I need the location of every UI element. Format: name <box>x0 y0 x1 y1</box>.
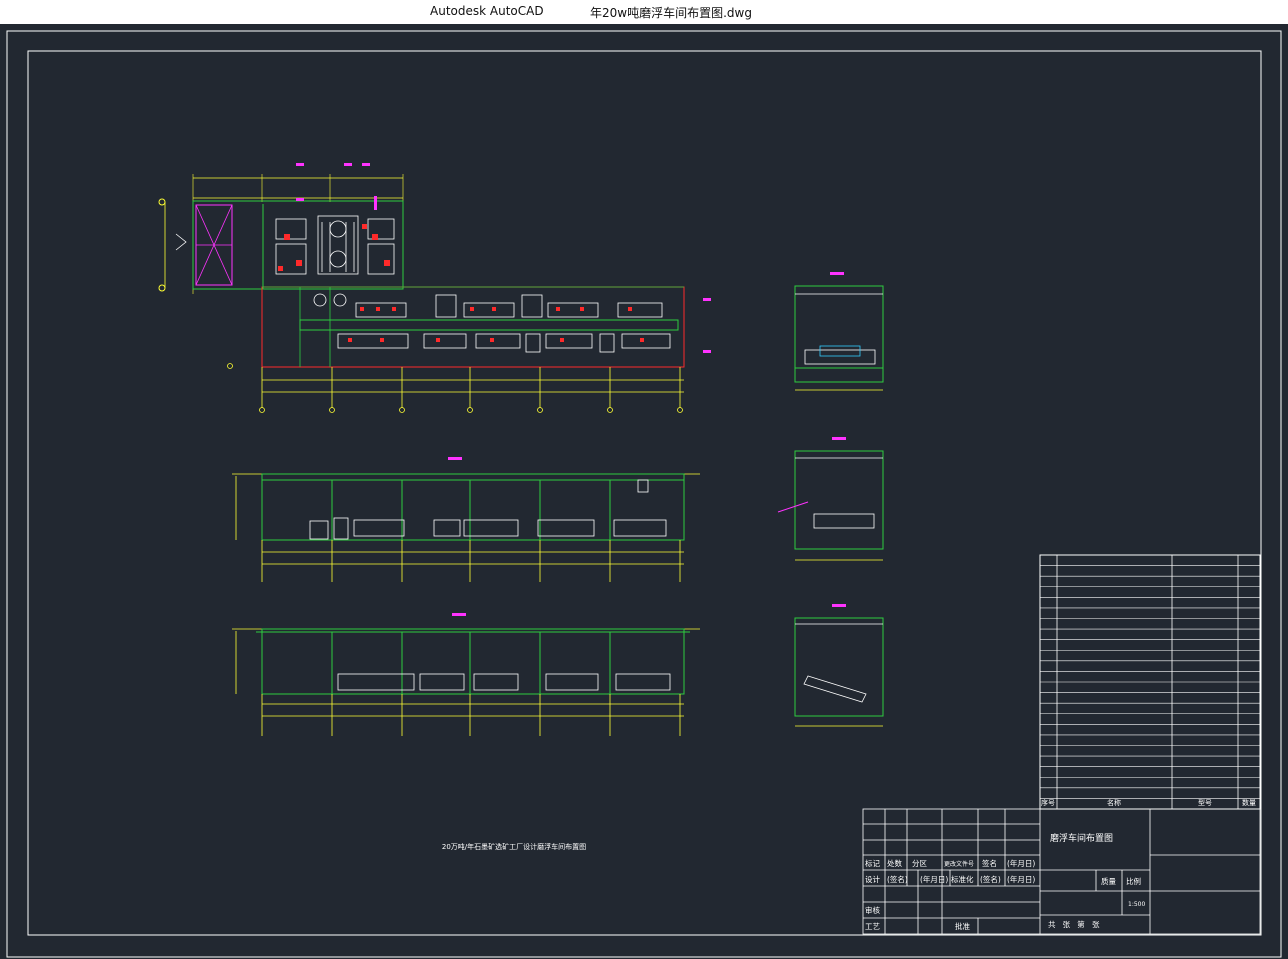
tb-scale-value: 1:500 <box>1128 901 1145 908</box>
tb-sheets: 共 张 第 张 <box>1048 919 1100 929</box>
tb-approve: 批准 <box>955 921 970 931</box>
tb-date: (年月日) <box>1007 858 1035 868</box>
tb-design-date: (年月日) <box>920 874 948 884</box>
tb-change-doc: 更改文件号 <box>944 860 974 868</box>
tb-process: 工艺 <box>865 922 880 931</box>
tb-design: 设计 <box>865 874 880 884</box>
tb-review: 审核 <box>865 905 880 915</box>
tb-scale-label: 比例 <box>1126 876 1141 886</box>
tb-weight: 质量 <box>1101 876 1117 886</box>
cad-drawing[interactable]: 20万吨/年石墨矿选矿工厂设计磨浮车间布置图 序号 名称 型号 数量 磨浮车间布… <box>0 24 1288 959</box>
elevation-view-2[interactable] <box>232 613 700 736</box>
elevation-view-1[interactable] <box>232 457 700 582</box>
inner-border <box>27 50 1262 936</box>
drawing-canvas[interactable]: 20万吨/年石墨矿选矿工厂设计磨浮车间布置图 序号 名称 型号 数量 磨浮车间布… <box>0 24 1288 959</box>
parts-list[interactable]: 序号 名称 型号 数量 <box>1039 554 1261 810</box>
tb-standard-sign: (签名) <box>980 874 1001 884</box>
tb-sign: 签名 <box>982 858 997 868</box>
tb-design-sign: (签名) <box>887 874 908 884</box>
tb-mark: 标记 <box>865 858 880 868</box>
title-bar: Autodesk AutoCAD 年20w吨磨浮车间布置图.dwg <box>0 0 1288 24</box>
parts-header-qty: 数量 <box>1242 798 1256 807</box>
tb-zone: 分区 <box>912 859 927 868</box>
app-title: Autodesk AutoCAD <box>430 4 544 18</box>
tb-standard-date: (年月日) <box>1007 874 1035 884</box>
tb-count: 处数 <box>887 858 902 868</box>
tb-standard: 标准化 <box>951 874 974 884</box>
file-title: 年20w吨磨浮车间布置图.dwg <box>590 6 752 20</box>
outer-border <box>6 30 1282 958</box>
drawing-name: 磨浮车间布置图 <box>1050 832 1113 844</box>
title-block[interactable] <box>862 808 1261 935</box>
section-views[interactable] <box>777 272 884 727</box>
plan-view[interactable] <box>158 163 711 413</box>
parts-header-no: 序号 <box>1041 798 1055 807</box>
parts-header-name: 名称 <box>1107 798 1121 807</box>
parts-header-model: 型号 <box>1198 798 1212 807</box>
drawing-caption: 20万吨/年石墨矿选矿工厂设计磨浮车间布置图 <box>442 842 586 851</box>
